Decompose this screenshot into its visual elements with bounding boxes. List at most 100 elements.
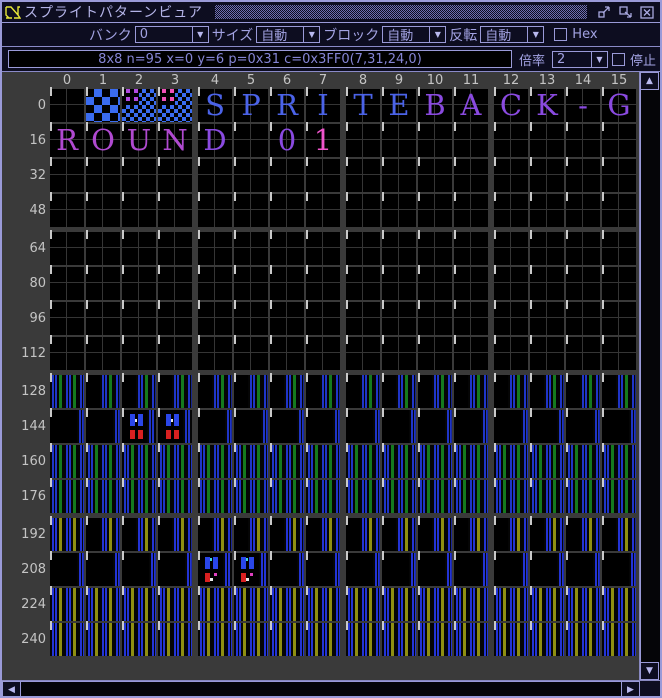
sprite-tile[interactable]	[86, 443, 120, 478]
sprite-tile[interactable]	[454, 122, 488, 157]
sprite-tile[interactable]	[270, 230, 304, 265]
sprite-tile[interactable]	[382, 192, 416, 227]
sprite-tile[interactable]	[158, 621, 192, 656]
sprite-tile[interactable]	[602, 300, 636, 335]
sprite-tile[interactable]	[122, 443, 156, 478]
sprite-tile[interactable]	[50, 621, 84, 656]
sprite-tile[interactable]	[50, 265, 84, 300]
sprite-tile[interactable]	[270, 586, 304, 621]
sprite-tile[interactable]	[50, 87, 84, 122]
sprite-tile[interactable]	[382, 300, 416, 335]
scroll-right-icon[interactable]: ▶	[621, 681, 640, 696]
sprite-tile[interactable]	[530, 373, 564, 408]
sprite-tile[interactable]	[418, 300, 452, 335]
sprite-tile[interactable]	[494, 373, 528, 408]
sprite-tile[interactable]	[382, 230, 416, 265]
sprite-tile[interactable]	[306, 551, 340, 586]
sprite-tile[interactable]	[418, 621, 452, 656]
sprite-tile[interactable]	[270, 621, 304, 656]
sprite-tile[interactable]	[122, 551, 156, 586]
sprite-tile[interactable]	[418, 192, 452, 227]
sprite-tile[interactable]	[86, 265, 120, 300]
sprite-tile[interactable]	[346, 373, 380, 408]
scroll-up-icon[interactable]: ▲	[640, 72, 659, 90]
sprite-tile[interactable]	[494, 300, 528, 335]
sprite-tile[interactable]	[158, 87, 192, 122]
sprite-tile[interactable]	[566, 551, 600, 586]
stop-checkbox[interactable]: 停止	[611, 50, 656, 69]
sprite-tile[interactable]	[530, 516, 564, 551]
sprite-tile[interactable]	[346, 478, 380, 513]
sprite-tile[interactable]: N	[158, 122, 192, 157]
sprite-tile[interactable]	[270, 551, 304, 586]
sprite-tile[interactable]	[566, 373, 600, 408]
sprite-tile[interactable]	[86, 516, 120, 551]
sprite-tile[interactable]	[454, 335, 488, 370]
sprite-tile[interactable]	[86, 586, 120, 621]
chevron-down-icon[interactable]: ▼	[303, 27, 319, 42]
sprite-tile[interactable]	[454, 516, 488, 551]
sprite-tile[interactable]	[602, 122, 636, 157]
sprite-tile[interactable]	[86, 408, 120, 443]
sprite-tile[interactable]	[50, 157, 84, 192]
sprite-tile[interactable]	[602, 516, 636, 551]
sprite-tile[interactable]	[198, 621, 232, 656]
sprite-tile[interactable]: S	[198, 87, 232, 122]
sprite-tile[interactable]	[158, 586, 192, 621]
sprite-tile[interactable]	[198, 373, 232, 408]
sprite-tile[interactable]	[234, 122, 268, 157]
sprite-tile[interactable]	[234, 192, 268, 227]
sprite-tile[interactable]	[50, 373, 84, 408]
sprite-tile[interactable]	[122, 300, 156, 335]
sprite-tile[interactable]	[198, 230, 232, 265]
sprite-tile[interactable]	[602, 265, 636, 300]
sprite-tile[interactable]	[158, 551, 192, 586]
sprite-tile[interactable]: 1	[306, 122, 340, 157]
sprite-tile[interactable]: -	[566, 87, 600, 122]
sprite-tile[interactable]: T	[346, 87, 380, 122]
sprite-tile[interactable]	[86, 192, 120, 227]
sprite-tile[interactable]	[602, 408, 636, 443]
sprite-tile[interactable]	[602, 586, 636, 621]
sprite-tile[interactable]	[198, 516, 232, 551]
sprite-tile[interactable]	[234, 586, 268, 621]
chevron-down-icon[interactable]: ▼	[191, 27, 208, 42]
sprite-tile[interactable]	[198, 551, 232, 586]
sprite-tile[interactable]	[122, 478, 156, 513]
sprite-tile[interactable]	[566, 408, 600, 443]
sprite-tile[interactable]	[494, 335, 528, 370]
sprite-tile[interactable]	[494, 192, 528, 227]
sprite-tile[interactable]	[418, 157, 452, 192]
sprite-tile[interactable]	[158, 300, 192, 335]
titlebar-drag-area[interactable]	[215, 5, 587, 19]
sprite-tile[interactable]	[158, 373, 192, 408]
sprite-tile[interactable]	[158, 478, 192, 513]
sprite-tile[interactable]	[306, 516, 340, 551]
sprite-tile[interactable]: E	[382, 87, 416, 122]
sprite-tile[interactable]	[270, 516, 304, 551]
sprite-tile[interactable]	[306, 478, 340, 513]
sprite-tile[interactable]	[418, 586, 452, 621]
sprite-tile[interactable]	[158, 335, 192, 370]
scroll-left-icon[interactable]: ◀	[2, 681, 21, 696]
sprite-tile[interactable]	[494, 516, 528, 551]
sprite-tile[interactable]: O	[86, 122, 120, 157]
sprite-tile[interactable]	[346, 551, 380, 586]
sprite-tile[interactable]	[418, 373, 452, 408]
sprite-tile[interactable]: A	[454, 87, 488, 122]
sprite-tile[interactable]	[198, 586, 232, 621]
sprite-tile[interactable]	[270, 157, 304, 192]
sprite-tile[interactable]	[198, 192, 232, 227]
sprite-tile[interactable]	[270, 300, 304, 335]
sprite-tile[interactable]	[50, 586, 84, 621]
sprite-tile[interactable]	[530, 122, 564, 157]
sprite-tile[interactable]: B	[418, 87, 452, 122]
sprite-tile[interactable]: U	[122, 122, 156, 157]
sprite-tile[interactable]	[234, 157, 268, 192]
sprite-tile[interactable]	[122, 157, 156, 192]
sprite-tile[interactable]	[602, 443, 636, 478]
sprite-tile[interactable]	[198, 300, 232, 335]
sprite-tile[interactable]	[530, 192, 564, 227]
sprite-tile[interactable]	[158, 408, 192, 443]
sprite-tile[interactable]	[270, 265, 304, 300]
